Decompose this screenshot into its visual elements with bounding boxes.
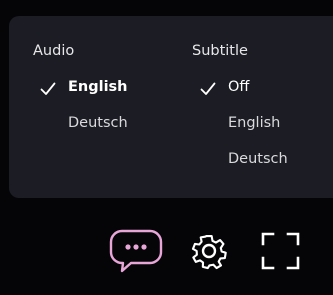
fullscreen-icon [261,232,300,270]
settings-button[interactable] [189,231,229,271]
audio-option-label: English [68,79,128,95]
check-icon [200,82,216,95]
gear-icon [191,234,227,270]
subtitle-heading: Subtitle [192,43,248,59]
audio-heading: Audio [33,43,75,59]
player-overlay: Audio English Deutsch Subtitle Off Engli… [0,0,333,295]
subtitle-option-label: Deutsch [228,151,288,167]
fullscreen-button[interactable] [261,232,300,270]
check-icon [40,82,56,95]
subtitle-option-label: English [228,115,281,131]
subtitle-option-label: Off [228,79,250,95]
subtitles-audio-button[interactable] [109,227,163,275]
speech-bubble-icon [109,229,163,273]
audio-subtitle-menu: Audio English Deutsch Subtitle Off Engli… [9,16,333,198]
audio-option-label: Deutsch [68,115,128,131]
